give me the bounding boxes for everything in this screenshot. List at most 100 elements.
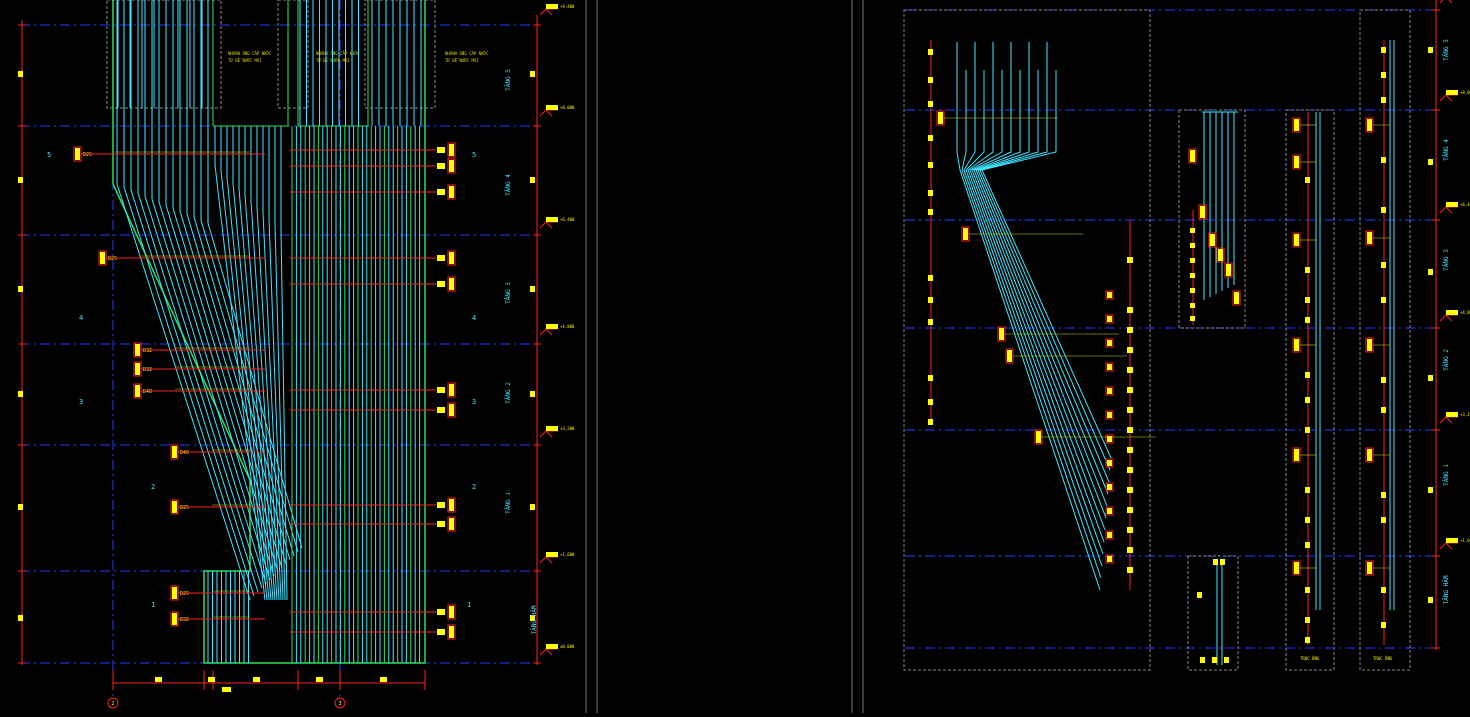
drawing-canvas[interactable]: +9,400 +8,000 +6,400 +4,800 +3,200 +1,600 ±0,0… [0, 0, 1470, 713]
dimension-value-marker [1381, 97, 1386, 103]
pipe-tag-marker [1367, 119, 1372, 131]
viewport-divider-4[interactable] [862, 0, 864, 713]
dimension-value-marker [1381, 207, 1386, 213]
level-mark-triangle [1439, 94, 1453, 102]
pipe-end-marker [1107, 508, 1112, 514]
dimension-value-marker [1305, 517, 1310, 523]
floor-label: TẦNG 5 [505, 69, 512, 91]
pipe-tag-marker [1294, 156, 1299, 168]
dimension-value-marker [928, 209, 933, 215]
left-pipe-tag-marker [172, 501, 177, 513]
cad-drawing-area[interactable]: +9,400 +8,000 +6,400 +4,800 +3,200 +1,600 ±0,0… [0, 0, 1470, 713]
pipe-tag-marker [963, 228, 968, 240]
level-mark-box [546, 217, 558, 222]
pipe-end-marker [1200, 657, 1205, 663]
level-mark-triangle [539, 221, 553, 229]
dimension-value-marker [1190, 258, 1195, 263]
dimension-value-marker [1190, 243, 1195, 248]
riser-section-box [1187, 555, 1239, 671]
dimension-value-marker [1127, 567, 1133, 573]
right-tag-box [437, 255, 445, 261]
right-section-view: +9,400+8,000+6,400+4,800+3,200+1,600TẦNG… [903, 0, 1470, 671]
dimension-value-marker [1381, 262, 1386, 268]
dimension-value-marker [1305, 587, 1310, 593]
zone-number-right: 2 [472, 483, 476, 491]
dimension-value-marker [1305, 542, 1310, 548]
dimension-value-marker [253, 677, 260, 682]
pipe-end-marker [1212, 657, 1217, 663]
dimension-value-marker [1381, 47, 1386, 53]
left-pipe-tag-text: D40 [143, 389, 152, 395]
zone-number-left: 1 [151, 601, 155, 609]
viewport-divider-2[interactable] [596, 0, 598, 713]
dimension-value-marker [1428, 597, 1433, 603]
dimension-value-marker [1305, 267, 1310, 273]
viewport-divider-3[interactable] [851, 0, 853, 713]
left-pipe-tag-text: D32 [180, 617, 189, 623]
shaft-note-sub: TỪ BỂ NƯỚC MÁI [445, 58, 479, 63]
pipe-tag-marker [1294, 119, 1299, 131]
dimension-value-marker [1190, 303, 1195, 308]
right-pipe-tag-marker [449, 278, 454, 290]
viewport-divider-1[interactable] [585, 0, 587, 713]
shaft-note-title: NHÁNH ỐNG CẤP NƯỚC [228, 51, 272, 56]
level-mark-triangle [1439, 416, 1453, 424]
dimension-value-marker [928, 275, 933, 281]
pipe-tag-marker [1226, 264, 1231, 276]
dimension-value-marker [1305, 617, 1310, 623]
pipe-end-marker [1197, 592, 1202, 598]
riser-pipe [965, 70, 1104, 555]
zone-number-left: 4 [79, 314, 83, 322]
pipe-end-marker [1224, 657, 1229, 663]
floor-label: TẦNG 4 [1443, 139, 1450, 161]
dimension-value-marker [1127, 367, 1133, 373]
pipe-tag-marker [999, 328, 1004, 340]
right-tag-box [437, 502, 445, 508]
zone-number-right: 1 [467, 601, 471, 609]
right-pipe-tag-marker [449, 499, 454, 511]
dimension-value-marker [1428, 269, 1433, 275]
level-mark-triangle [1439, 206, 1453, 214]
pipe-end-marker [1107, 364, 1112, 370]
dimension-value-marker [928, 419, 933, 425]
level-mark-text: +9,400 [560, 4, 575, 9]
dimension-value-marker [530, 177, 535, 183]
floor-label: TẦNG HẦM [531, 605, 538, 634]
floor-label: TẦNG 1 [1443, 464, 1450, 486]
pipe-tag-marker [1294, 449, 1299, 461]
floor-label: TẦNG 2 [1443, 349, 1450, 371]
level-mark-text: +8,000 [560, 105, 575, 110]
level-mark-triangle [1439, 0, 1453, 4]
floor-label: TẦNG 1 [505, 492, 512, 514]
zone-number-right: 3 [472, 398, 476, 406]
level-mark-text: +8,000 [1460, 90, 1470, 95]
left-pipe-tag-marker [75, 148, 80, 160]
dimension-value-marker [1381, 297, 1386, 303]
zone-number-right: 4 [472, 314, 476, 322]
dimension-value-marker [1305, 372, 1310, 378]
dimension-value-marker [1127, 257, 1133, 263]
level-mark-box [1446, 412, 1458, 417]
dimension-value-marker [1190, 228, 1195, 233]
level-mark-triangle [539, 328, 553, 336]
pipe-end-marker [1107, 316, 1112, 322]
left-pipe-tag-marker [135, 344, 140, 356]
right-pipe-tag-marker [449, 186, 454, 198]
riser-pipe [967, 42, 1105, 543]
dimension-value-marker [1381, 407, 1386, 413]
floor-label: TẦNG HẦM [1443, 575, 1450, 604]
left-section-view: +9,400 +8,000 +6,400 +4,800 +3,200 +1,600 ±0,0… [18, 0, 575, 709]
level-mark-text: +6,400 [560, 217, 575, 222]
right-pipe-tag-marker [449, 606, 454, 618]
floor-label: TẦNG 5 [1443, 39, 1450, 61]
dimension-value-marker [1381, 157, 1386, 163]
level-mark-triangle [1439, 542, 1453, 550]
left-pipe-tag-text: D32 [143, 367, 152, 373]
pipe-end-marker [1107, 556, 1112, 562]
right-pipe-tag-marker [449, 384, 454, 396]
dimension-value-marker [18, 286, 23, 292]
dimension-value-marker [18, 504, 23, 510]
pipe-tag-marker [1367, 562, 1372, 574]
dimension-value-marker [1127, 427, 1133, 433]
pipe-tag-marker [1294, 339, 1299, 351]
